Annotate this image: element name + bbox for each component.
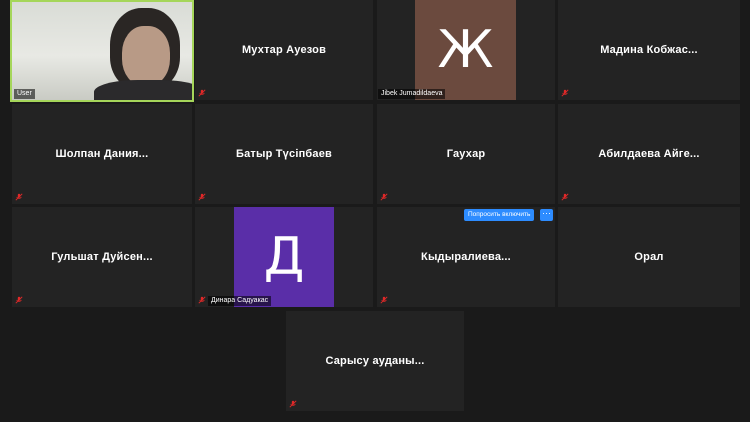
participant-tile-abildaeva[interactable]: Абилдаева Айге... bbox=[558, 104, 740, 204]
participant-name: Гаухар bbox=[446, 148, 486, 160]
self-video-tile[interactable]: User bbox=[10, 0, 194, 102]
participant-tile-oral[interactable]: Орал bbox=[558, 207, 740, 307]
microphone-muted-icon bbox=[380, 296, 388, 304]
participant-name: Сарысу ауданы... bbox=[325, 355, 425, 367]
participant-name-tag: Jibek Jumadildaeva bbox=[378, 89, 446, 99]
microphone-muted-icon bbox=[380, 193, 388, 201]
self-video bbox=[12, 2, 192, 100]
participant-tile-kydyralieva[interactable]: Кыдыралиева... bbox=[377, 207, 555, 307]
participant-name: Шолпан Дания... bbox=[55, 148, 149, 160]
person-body bbox=[94, 80, 192, 100]
participant-tile-gaukhar[interactable]: Гаухар bbox=[377, 104, 555, 204]
participant-tile-jibek[interactable]: Ж Jibek Jumadildaeva bbox=[377, 0, 555, 100]
microphone-muted-icon bbox=[15, 296, 23, 304]
participant-name: Кыдыралиева... bbox=[421, 251, 511, 263]
participant-tile-madina[interactable]: Мадина Кобжас... bbox=[558, 0, 740, 100]
participant-tile-auezov[interactable]: Мухтар Ауезов bbox=[195, 0, 373, 100]
more-options-button[interactable]: ··· bbox=[540, 209, 553, 221]
self-name-label: User bbox=[14, 89, 35, 99]
microphone-muted-icon bbox=[198, 296, 206, 304]
avatar: Д bbox=[234, 207, 334, 307]
microphone-muted-icon bbox=[289, 400, 297, 408]
ask-to-unmute-button[interactable]: Попросить включить bbox=[464, 209, 535, 221]
participant-tile-sholpan[interactable]: Шолпан Дания... bbox=[12, 104, 192, 204]
participant-name: Орал bbox=[634, 251, 664, 263]
microphone-muted-icon bbox=[561, 193, 569, 201]
participant-tile-gulshat[interactable]: Гульшат Дуйсен... bbox=[12, 207, 192, 307]
participant-name: Мухтар Ауезов bbox=[241, 44, 327, 56]
participant-tile-sarysu[interactable]: Сарысу ауданы... bbox=[286, 311, 464, 411]
participant-tile-batyr[interactable]: Батыр Түсіпбаев bbox=[195, 104, 373, 204]
microphone-muted-icon bbox=[15, 193, 23, 201]
microphone-muted-icon bbox=[561, 89, 569, 97]
participant-name: Мадина Кобжас... bbox=[600, 44, 698, 56]
avatar: Ж bbox=[415, 0, 516, 100]
video-gallery: User Мухтар Ауезов Ж Jibek Jumadildaeva … bbox=[0, 0, 750, 422]
person-face bbox=[122, 26, 170, 86]
participant-name: Гульшат Дуйсен... bbox=[51, 251, 153, 263]
microphone-muted-icon bbox=[198, 89, 206, 97]
participant-name-tag: Динара Садуакас bbox=[208, 296, 272, 306]
participant-name: Батыр Түсіпбаев bbox=[235, 148, 333, 160]
microphone-muted-icon bbox=[198, 193, 206, 201]
participant-tile-dinara[interactable]: Д Динара Садуакас bbox=[195, 207, 373, 307]
participant-name: Абилдаева Айге... bbox=[598, 148, 700, 160]
